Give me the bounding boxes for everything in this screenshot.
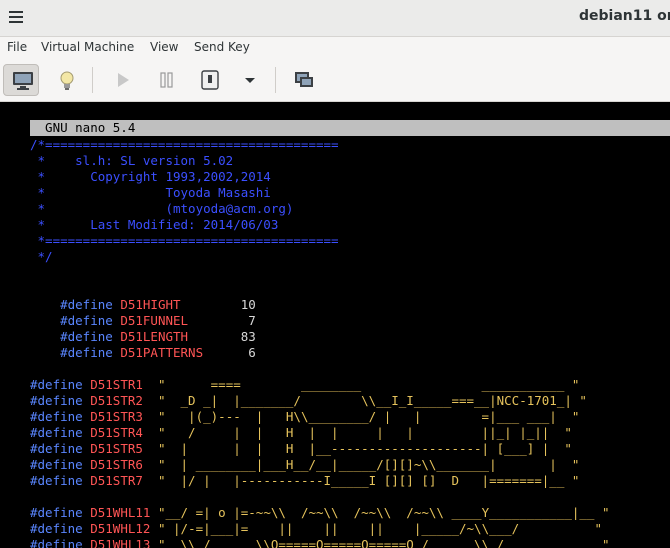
define-keyword: #define: [30, 505, 83, 520]
define-string: " |(_)--- | H\\________/ | | =|___ ___| …: [142, 409, 580, 424]
define-keyword: #define: [30, 521, 83, 536]
power-icon: [201, 70, 219, 90]
run-button[interactable]: [104, 64, 140, 96]
define-name: D51STR7: [90, 473, 143, 488]
fullscreen-button[interactable]: [285, 64, 321, 96]
define-keyword: #define: [30, 441, 83, 456]
monitor-icon: [13, 72, 33, 90]
lightbulb-icon: [60, 71, 74, 90]
details-button[interactable]: [48, 64, 84, 96]
console-view-button[interactable]: [3, 64, 39, 96]
shutdown-button[interactable]: [191, 64, 227, 96]
vm-console-screen[interactable]: GNU nano 5.4 /*=========================…: [0, 102, 670, 548]
define-string: " | ________|___H__/__|_____/[][]~\\____…: [142, 457, 580, 472]
define-line: #define D51STR7 " |/ | |-----------I____…: [30, 473, 579, 489]
toolbar: [0, 59, 670, 102]
define-name: D51PATTERNS: [120, 345, 204, 360]
code-line: *=======================================: [30, 233, 339, 248]
define-keyword: #define: [30, 377, 83, 392]
define-line: #define D51STR6 " | ________|___H__/__|_…: [30, 457, 579, 473]
shutdown-menu-button[interactable]: [231, 64, 267, 96]
define-line: #define D51STR1 " ==== ________ ________…: [30, 377, 579, 393]
define-string: " |/-=|___|= || || || |_____/~\\___/ ": [150, 521, 602, 536]
define-name: D51STR2: [90, 393, 143, 408]
define-string: " / | | H | | | | ||_| |_|| ": [142, 425, 572, 440]
define-name: D51WHL11: [90, 505, 151, 520]
define-string: " \\_/ \\O=====O=====O=====O_/ \\_/ ": [150, 537, 610, 548]
define-name: D51STR4: [90, 425, 143, 440]
define-string: "__/ =| o |=-~~\\ /~~\\ /~~\\ /~~\\ ____…: [150, 505, 610, 520]
define-line: #define D51STR5 " | | | H |__-----------…: [30, 441, 572, 457]
define-name: D51STR6: [90, 457, 143, 472]
code-line: * (mtoyoda@acm.org): [30, 201, 294, 216]
menu-bar: File Virtual Machine View Send Key: [0, 37, 670, 59]
define-name: D51WHL12: [90, 521, 151, 536]
define-name: D51STR5: [90, 441, 143, 456]
define-keyword: #define: [30, 425, 83, 440]
define-string: " _D _| |_______/ \\__I_I_____===__|NCC-…: [142, 393, 587, 408]
define-keyword: #define: [30, 537, 83, 548]
code-line: * Toyoda Masashi: [30, 185, 271, 200]
define-value: 6: [248, 345, 256, 360]
define-line: #define D51STR4 " / | | H | | | | ||_| |…: [30, 425, 572, 441]
define-line: #define D51STR3 " |(_)--- | H\\________/…: [30, 409, 579, 425]
define-line: #define D51WHL12 " |/-=|___|= || || || |…: [30, 521, 602, 537]
define-line: #define D51PATTERNS 6: [30, 329, 256, 360]
define-keyword: #define: [60, 345, 113, 360]
menu-send-key[interactable]: Send Key: [194, 40, 250, 54]
pause-button[interactable]: [148, 64, 184, 96]
define-line: #define D51WHL11 "__/ =| o |=-~~\\ /~~\\…: [30, 505, 610, 521]
pause-icon: [160, 72, 173, 88]
define-line: #define D51WHL13 " \\_/ \\O=====O=====O=…: [30, 537, 610, 548]
menu-virtual-machine[interactable]: Virtual Machine: [41, 40, 134, 54]
define-keyword: #define: [30, 457, 83, 472]
menu-view[interactable]: View: [150, 40, 178, 54]
define-name: D51STR3: [90, 409, 143, 424]
dropdown-arrow-icon: [245, 78, 255, 83]
define-line: #define D51HIGHT 10: [30, 281, 256, 312]
define-string: " |/ | |-----------I_____I [][] [] D |==…: [142, 473, 580, 488]
define-line: #define D51LENGTH 83: [30, 313, 256, 344]
menu-file[interactable]: File: [7, 40, 27, 54]
toolbar-separator: [275, 67, 276, 93]
define-keyword: #define: [30, 473, 83, 488]
define-name: D51STR1: [90, 377, 143, 392]
define-string: " ==== ________ ___________ ": [142, 377, 580, 392]
hamburger-menu-icon[interactable]: [6, 7, 26, 27]
title-bar: debian11 on: [0, 0, 670, 37]
code-line: * sl.h: SL version 5.02: [30, 153, 234, 168]
code-line: */: [30, 249, 53, 264]
define-line: #define D51STR2 " _D _| |_______/ \\__I_…: [30, 393, 587, 409]
code-line: /*======================================…: [30, 137, 339, 152]
screenshot-icon: [295, 72, 313, 87]
window-title: debian11 on: [579, 8, 670, 24]
define-line: #define D51FUNNEL 7: [30, 297, 256, 328]
define-keyword: #define: [30, 393, 83, 408]
toolbar-separator: [92, 67, 93, 93]
code-line: * Last Modified: 2014/06/03: [30, 217, 279, 232]
nano-header: GNU nano 5.4: [30, 120, 670, 136]
define-padding: [203, 345, 248, 360]
define-name: D51WHL13: [90, 537, 151, 548]
code-line: * Copyright 1993,2002,2014: [30, 169, 271, 184]
play-icon: [118, 73, 129, 87]
define-keyword: #define: [30, 409, 83, 424]
define-string: " | | | H |__--------------------| [___]…: [142, 441, 572, 456]
